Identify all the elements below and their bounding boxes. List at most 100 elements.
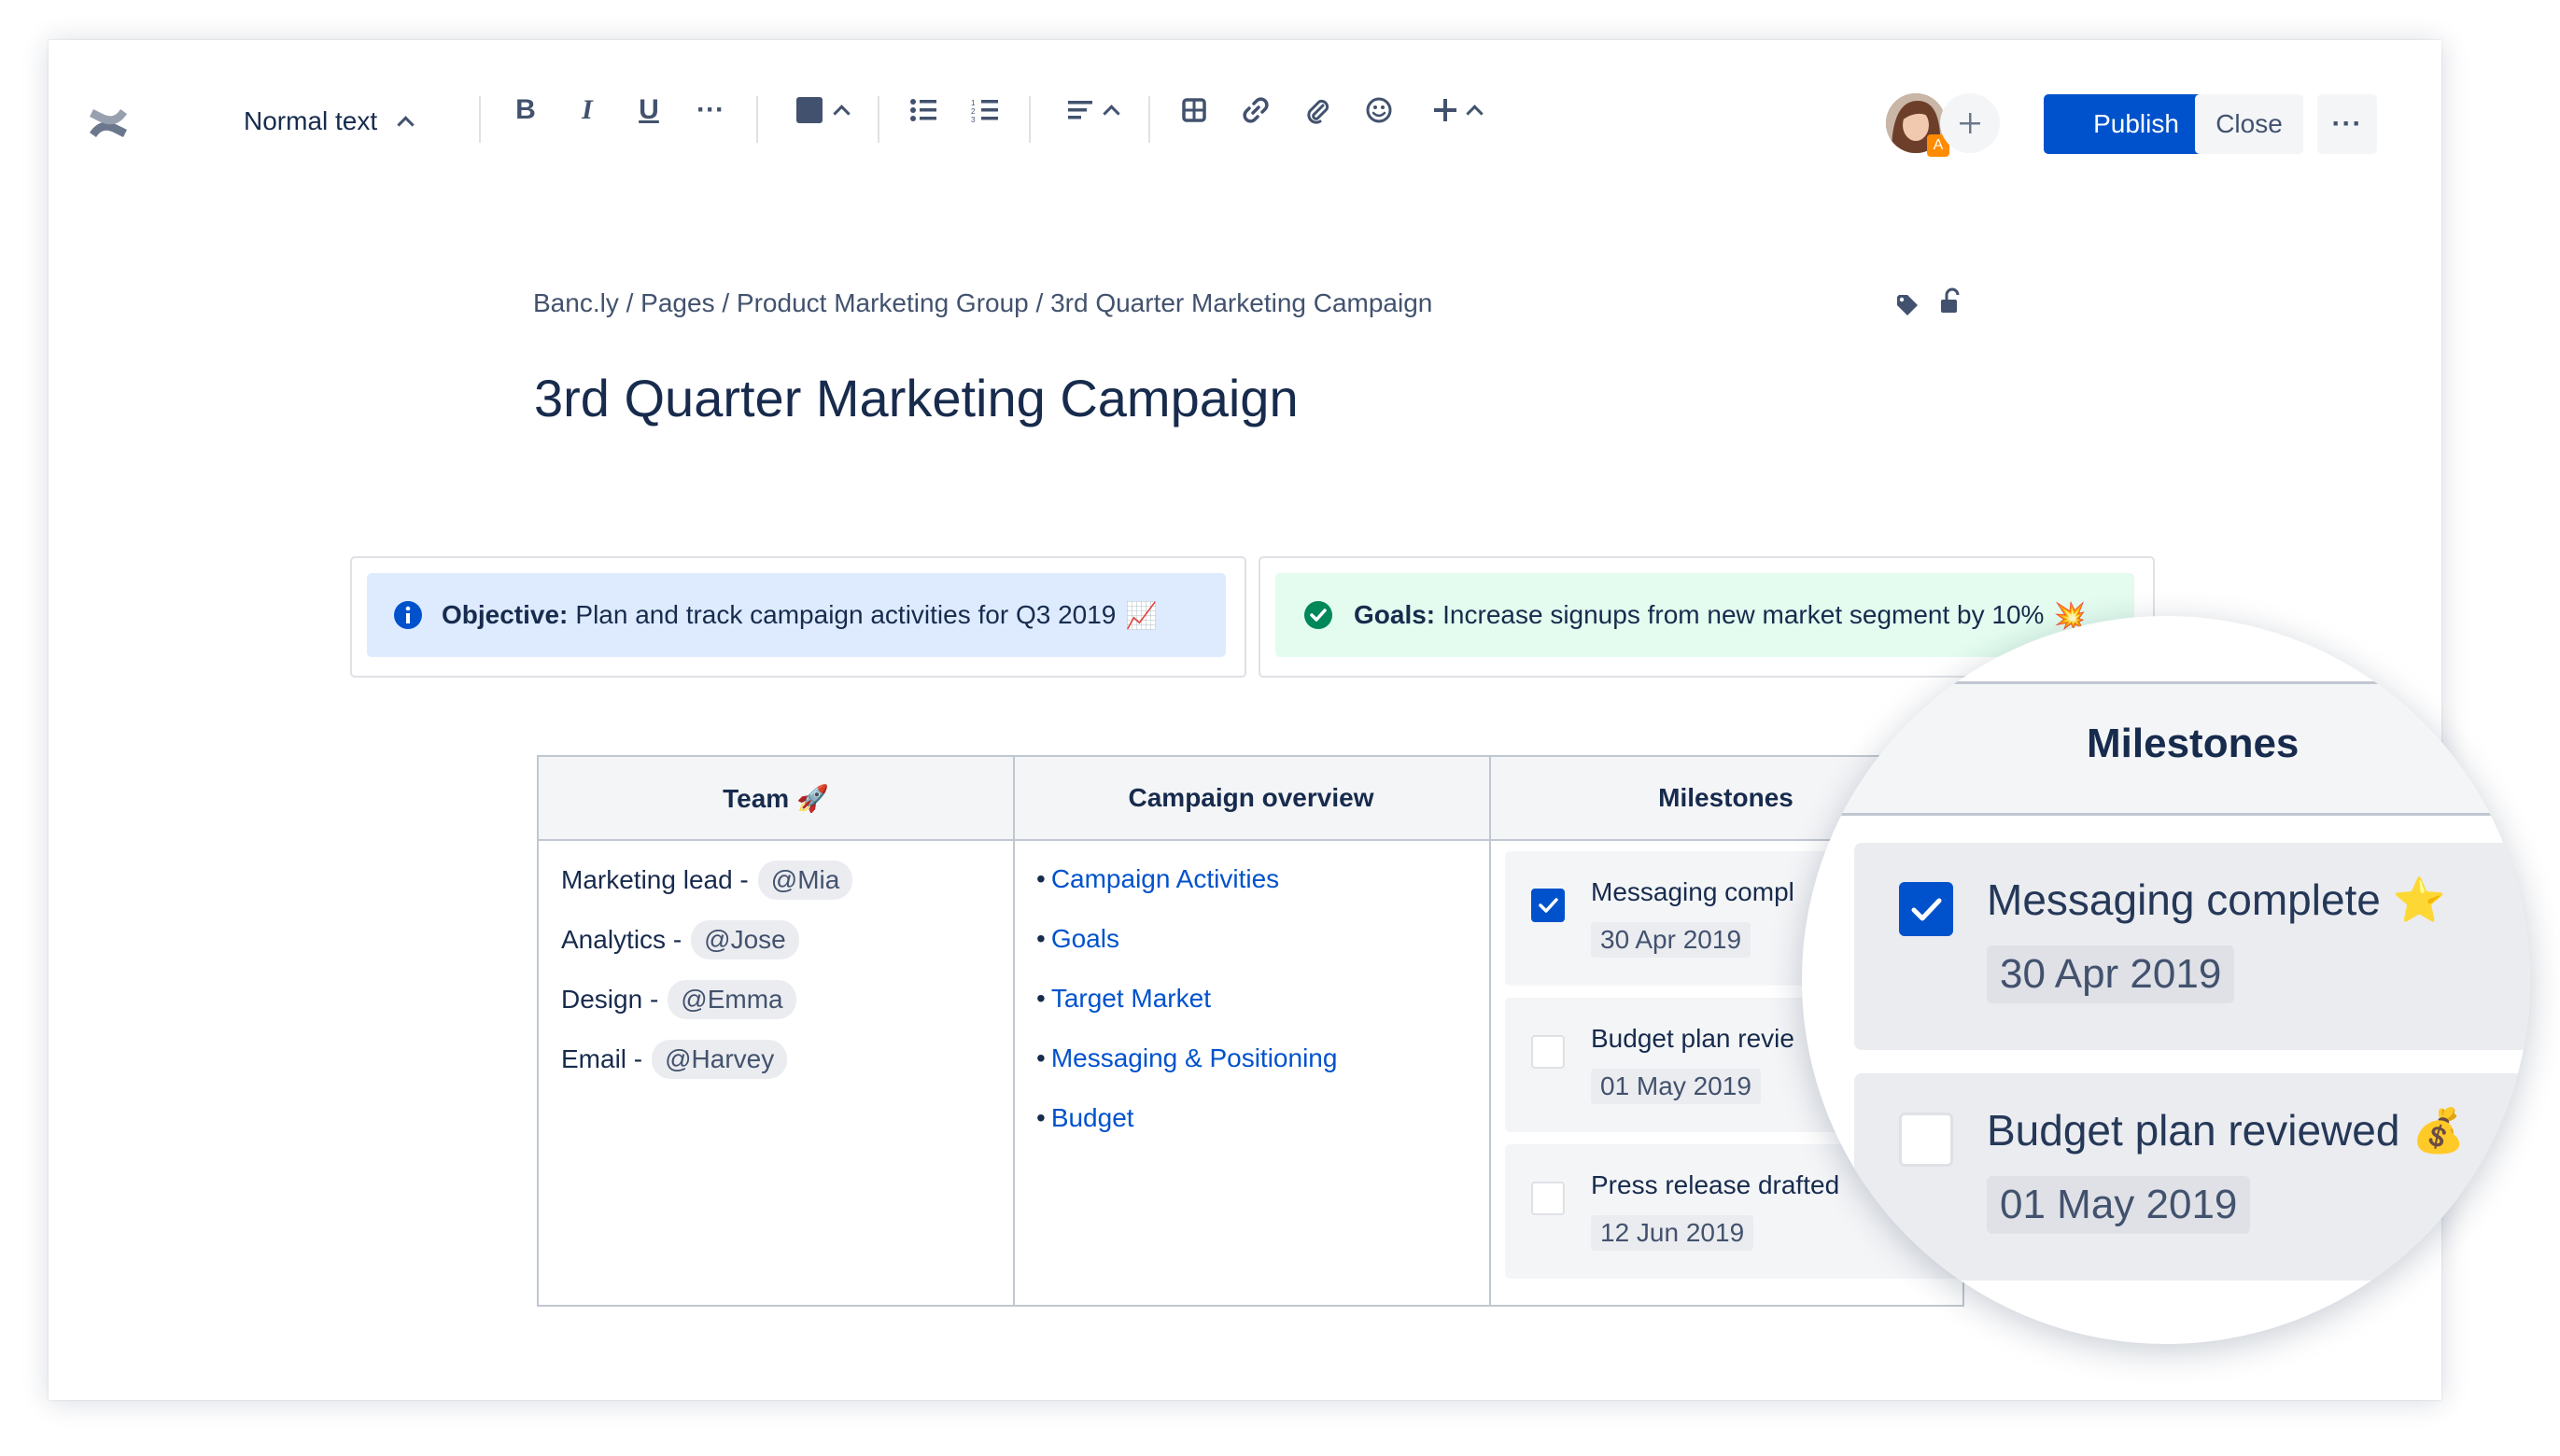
svg-text:2: 2	[971, 107, 976, 116]
toolbar-divider	[1029, 96, 1031, 143]
chevron-up-icon	[832, 104, 851, 122]
italic-icon[interactable]: I	[573, 91, 601, 130]
numbered-list-icon[interactable]: 123	[969, 91, 1001, 130]
goals-panel[interactable]: Goals: Increase signups from new market …	[1275, 573, 2134, 657]
toolbar-divider	[1148, 96, 1150, 143]
task-date[interactable]: 01 May 2019	[1591, 1069, 1761, 1104]
team-row: Design - @Emma	[561, 980, 796, 1019]
task-text[interactable]: Budget plan revie	[1591, 1024, 1794, 1054]
attachment-icon[interactable]	[1301, 91, 1333, 130]
user-mention[interactable]: @Jose	[691, 920, 799, 959]
label-tag-icon[interactable]	[1895, 293, 1920, 317]
align-icon[interactable]	[1062, 91, 1122, 130]
breadcrumb-item[interactable]: Product Marketing Group	[737, 288, 1029, 317]
task-text[interactable]: Messaging compl	[1591, 877, 1794, 907]
user-mention[interactable]: @Harvey	[652, 1040, 788, 1079]
task-checkbox[interactable]	[1531, 1182, 1565, 1215]
bold-icon[interactable]: B	[512, 91, 540, 130]
milestones-magnifier: Milestones Messaging complete ⭐ 30 Apr 2…	[1802, 616, 2530, 1344]
list-item: • Messaging & Positioning	[1036, 1043, 1337, 1073]
user-mention[interactable]: @Emma	[668, 980, 796, 1019]
chevron-up-icon	[1465, 104, 1484, 122]
magnified-task-date: 30 Apr 2019	[1987, 945, 2235, 1003]
list-bullet: •	[1036, 984, 1046, 1013]
toolbar-divider	[756, 96, 758, 143]
page-title[interactable]: 3rd Quarter Marketing Campaign	[534, 368, 1299, 428]
more-actions-button[interactable]: ···	[2317, 94, 2377, 154]
magnified-milestones-title: Milestones	[2087, 721, 2300, 766]
page-link[interactable]: Goals	[1051, 924, 1119, 953]
table-icon[interactable]	[1178, 91, 1210, 130]
toolbar-divider	[479, 96, 481, 143]
breadcrumb-separator: /	[626, 288, 634, 317]
magnified-task-checkbox	[1899, 882, 1953, 936]
team-role: Design -	[561, 985, 659, 1014]
list-bullet: •	[1036, 1103, 1046, 1132]
overview-header[interactable]: Campaign overview	[1013, 757, 1489, 841]
link-icon[interactable]	[1240, 91, 1272, 130]
column-divider	[1489, 757, 1491, 1305]
magnified-task-text: Budget plan reviewed 💰	[1987, 1106, 2466, 1155]
bullet-list-icon[interactable]	[907, 91, 939, 130]
emoji-icon[interactable]	[1363, 91, 1395, 130]
goals-text: Increase signups from new market segment…	[1442, 600, 2045, 629]
add-collaborator-button[interactable]	[1940, 93, 2000, 153]
team-header[interactable]: Team 🚀	[539, 757, 1013, 841]
magnified-task-item: Budget plan reviewed 💰 01 May 2019	[1854, 1073, 2530, 1281]
objective-panel[interactable]: Objective: Plan and track campaign activ…	[367, 573, 1226, 657]
confluence-logo-icon[interactable]	[86, 101, 131, 146]
user-mention[interactable]: @Mia	[757, 861, 853, 900]
breadcrumb-item[interactable]: Banc.ly	[533, 288, 619, 317]
svg-text:1: 1	[971, 99, 976, 107]
toolbar-divider	[878, 96, 879, 143]
text-style-dropdown[interactable]: Normal text	[244, 103, 415, 140]
list-item: • Campaign Activities	[1036, 864, 1279, 894]
task-date[interactable]: 30 Apr 2019	[1591, 922, 1751, 958]
task-checkbox[interactable]	[1531, 1035, 1565, 1069]
team-role: Email -	[561, 1044, 643, 1073]
breadcrumb-item[interactable]: Pages	[640, 288, 714, 317]
magnified-task-checkbox	[1899, 1113, 1953, 1167]
underline-icon[interactable]: U	[635, 91, 663, 130]
team-row: Analytics - @Jose	[561, 920, 799, 959]
breadcrumb-separator: /	[1035, 288, 1044, 317]
page-link[interactable]: Campaign Activities	[1051, 864, 1279, 893]
breadcrumb: Banc.ly / Pages / Product Marketing Grou…	[533, 288, 1432, 318]
insert-icon[interactable]	[1427, 91, 1486, 130]
page-link[interactable]: Budget	[1051, 1103, 1134, 1132]
page-link[interactable]: Target Market	[1051, 984, 1211, 1013]
column-divider	[1013, 757, 1015, 1305]
list-item: • Budget	[1036, 1103, 1134, 1133]
list-bullet: •	[1036, 924, 1046, 953]
magnified-task-date: 01 May 2019	[1987, 1176, 2251, 1234]
team-row: Marketing lead - @Mia	[561, 861, 853, 900]
svg-text:3: 3	[971, 116, 976, 122]
page-link[interactable]: Messaging & Positioning	[1051, 1043, 1338, 1072]
restrictions-lock-icon[interactable]	[1938, 287, 1962, 315]
list-bullet: •	[1036, 864, 1046, 893]
goals-label: Goals:	[1354, 600, 1436, 629]
success-check-icon	[1303, 600, 1333, 630]
task-text[interactable]: Press release drafted	[1591, 1170, 1839, 1200]
text-color-icon[interactable]	[789, 91, 854, 130]
task-checkbox[interactable]	[1531, 889, 1565, 922]
team-role: Analytics -	[561, 925, 682, 954]
chevron-up-icon	[397, 115, 415, 133]
chevron-up-icon	[1102, 104, 1120, 122]
magnified-task-text: Messaging complete ⭐	[1987, 875, 2446, 924]
breadcrumb-item[interactable]: 3rd Quarter Marketing Campaign	[1050, 288, 1432, 317]
objective-label: Objective:	[442, 600, 569, 629]
breadcrumb-separator: /	[722, 288, 730, 317]
list-bullet: •	[1036, 1043, 1046, 1072]
close-button[interactable]: Close	[2195, 94, 2303, 154]
list-item: • Target Market	[1036, 984, 1211, 1014]
team-row: Email - @Harvey	[561, 1040, 788, 1079]
task-date[interactable]: 12 Jun 2019	[1591, 1215, 1754, 1251]
objective-text: Plan and track campaign activities for Q…	[575, 600, 1117, 629]
chart-emoji: 📈	[1125, 600, 1159, 630]
text-style-label: Normal text	[244, 106, 378, 135]
list-item: • Goals	[1036, 924, 1119, 954]
team-role: Marketing lead -	[561, 865, 749, 894]
more-formatting-icon[interactable]: ···	[696, 91, 724, 130]
info-icon	[393, 600, 423, 630]
